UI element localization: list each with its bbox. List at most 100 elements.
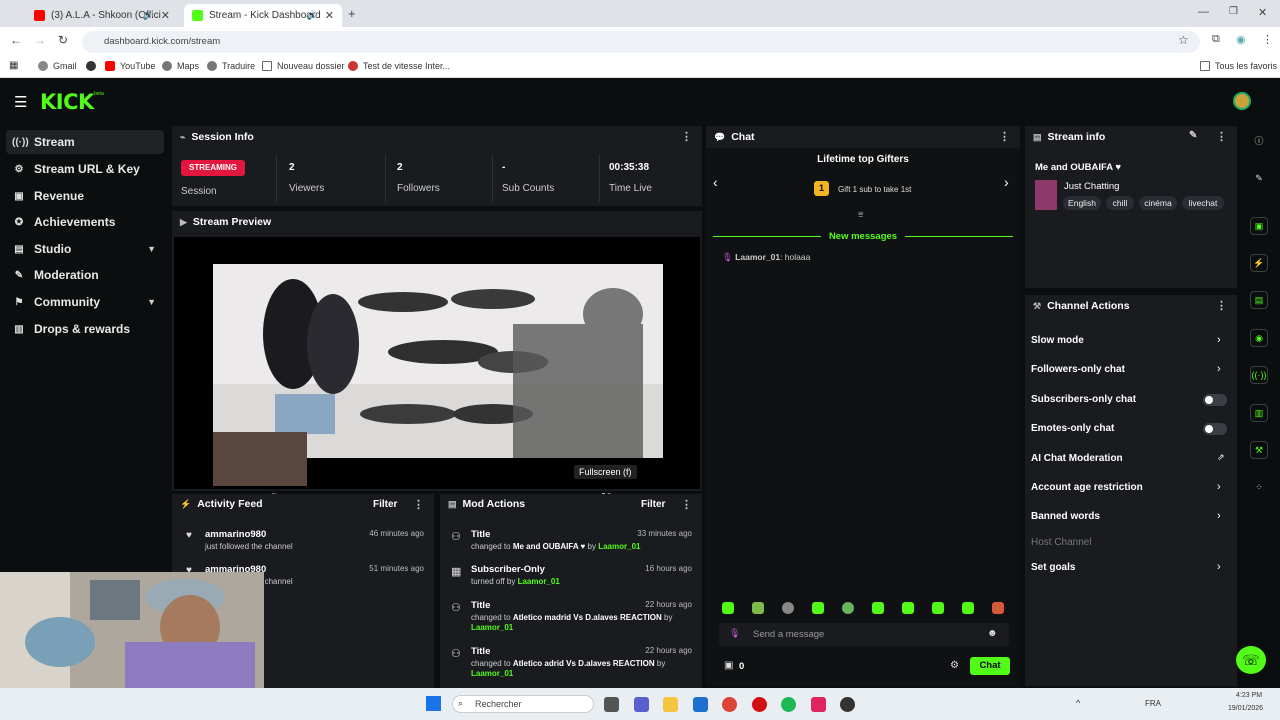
bookmark-speedtest[interactable]: Test de vitesse Inter... bbox=[348, 61, 450, 71]
hamburger-menu-icon[interactable]: ☰ bbox=[14, 93, 27, 111]
obs-icon[interactable] bbox=[752, 697, 767, 712]
emote-icon[interactable] bbox=[782, 602, 794, 614]
chevron-right-icon[interactable]: › bbox=[1004, 174, 1009, 190]
chevron-left-icon[interactable]: ‹ bbox=[713, 174, 718, 190]
sidebar-item-revenue[interactable]: ▣ Revenue bbox=[6, 184, 164, 208]
chat-settings-icon[interactable]: ⚙ bbox=[950, 660, 959, 671]
emote-icon[interactable] bbox=[842, 602, 854, 614]
bookmark-traduire[interactable]: Traduire bbox=[207, 61, 255, 71]
emote-icon[interactable] bbox=[752, 602, 764, 614]
slow-mode-action[interactable]: Slow mode bbox=[1031, 335, 1084, 346]
kick-logo[interactable]: KICK bbox=[40, 90, 94, 114]
followers-only-action[interactable]: Followers-only chat bbox=[1031, 364, 1125, 375]
new-tab-button[interactable]: + bbox=[348, 6, 356, 21]
sidebar-item-stream[interactable]: ((·)) Stream bbox=[6, 130, 164, 154]
layout-icon[interactable]: ⁘ bbox=[1250, 479, 1268, 497]
moderator-name[interactable]: Laamor_01 bbox=[471, 669, 513, 678]
capcut-icon[interactable] bbox=[811, 697, 826, 712]
store-icon[interactable] bbox=[693, 697, 708, 712]
chevron-right-icon[interactable]: › bbox=[1217, 363, 1221, 375]
chrome-icon[interactable] bbox=[722, 697, 737, 712]
chevron-right-icon[interactable]: › bbox=[1217, 561, 1221, 573]
set-goals-action[interactable]: Set goals bbox=[1031, 562, 1075, 573]
emote-icon[interactable] bbox=[932, 602, 944, 614]
kebab-menu-icon[interactable]: ⋮ bbox=[413, 498, 424, 511]
emotes-only-action[interactable]: Emotes-only chat bbox=[1031, 423, 1114, 434]
emote-icon[interactable] bbox=[992, 602, 1004, 614]
subscribers-only-toggle[interactable] bbox=[1203, 394, 1227, 406]
moderator-name[interactable]: Laamor_01 bbox=[598, 542, 640, 551]
back-arrow-icon[interactable]: ← bbox=[10, 33, 22, 47]
emote-icon[interactable] bbox=[962, 602, 974, 614]
url-input[interactable]: dashboard.kick.com/stream bbox=[82, 31, 1200, 53]
sidebar-item-moderation[interactable]: ✎ Moderation bbox=[6, 263, 164, 287]
sidebar-item-drops[interactable]: ▥ Drops & rewards bbox=[6, 317, 164, 341]
bookmark-star-icon[interactable]: ☆ bbox=[1178, 33, 1189, 47]
minimize-button[interactable]: — bbox=[1198, 6, 1209, 18]
chat-username[interactable]: Laamor_01 bbox=[735, 252, 780, 262]
support-chat-button[interactable]: ☏ bbox=[1236, 646, 1266, 674]
sidebar-item-studio[interactable]: ▤ Studio ▼ bbox=[6, 237, 164, 261]
emote-icon[interactable] bbox=[902, 602, 914, 614]
subscribers-only-action[interactable]: Subscribers-only chat bbox=[1031, 394, 1136, 405]
emote-icon[interactable] bbox=[872, 602, 884, 614]
sidebar-item-achievements[interactable]: ✪ Achievements bbox=[6, 210, 164, 234]
emote-icon[interactable] bbox=[722, 602, 734, 614]
browser-tab-kick[interactable]: Stream - Kick Dashboard 🔊 ✕ bbox=[184, 4, 342, 27]
teams-icon[interactable] bbox=[634, 697, 649, 712]
follower-name[interactable]: ammarino980 bbox=[205, 529, 266, 540]
filter-button[interactable]: Filter bbox=[641, 499, 665, 510]
chat-input[interactable]: 🎙 Send a message ☻ bbox=[719, 623, 1009, 646]
windows-start-icon[interactable] bbox=[426, 696, 441, 711]
close-window-button[interactable]: ✕ bbox=[1258, 6, 1267, 19]
moderator-name[interactable]: Laamor_01 bbox=[471, 623, 513, 632]
file-explorer-icon[interactable] bbox=[663, 697, 678, 712]
app-icon[interactable] bbox=[840, 697, 855, 712]
wrench-rail-icon[interactable]: ⚒ bbox=[1250, 441, 1268, 459]
bookmark-folder[interactable]: Nouveau dossier bbox=[262, 61, 345, 71]
emotes-only-toggle[interactable] bbox=[1203, 423, 1227, 435]
extensions-icon[interactable]: ⧉ bbox=[1212, 33, 1220, 46]
chevron-right-icon[interactable]: › bbox=[1217, 510, 1221, 522]
taskbar-search[interactable]: Rechercher bbox=[452, 695, 594, 713]
bolt-rail-icon[interactable]: ⚡ bbox=[1250, 254, 1268, 272]
apps-grid-icon[interactable]: ▦ bbox=[9, 60, 18, 71]
sidebar-item-stream-url-key[interactable]: ⚙ Stream URL & Key bbox=[6, 157, 164, 181]
chat-rail-icon[interactable]: ◉ bbox=[1250, 329, 1268, 347]
external-link-icon[interactable]: ⇗ bbox=[1217, 452, 1225, 463]
all-bookmarks[interactable]: Tous les favoris bbox=[1200, 61, 1277, 71]
maximize-button[interactable]: ❐ bbox=[1229, 6, 1238, 17]
sidebar-item-community[interactable]: ⚑ Community ▼ bbox=[6, 290, 164, 314]
bookmark-maps[interactable]: Maps bbox=[162, 61, 199, 71]
send-chat-button[interactable]: Chat bbox=[970, 657, 1010, 675]
broadcast-rail-icon[interactable]: ((·)) bbox=[1250, 366, 1268, 384]
preview-rail-icon[interactable]: ▣ bbox=[1250, 217, 1268, 235]
task-view-icon[interactable] bbox=[604, 697, 619, 712]
browser-tab-youtube[interactable]: (3) A.L.A - Shkoon (Official 🔊 ✕ bbox=[26, 4, 178, 27]
kebab-menu-icon[interactable]: ⋮ bbox=[681, 130, 692, 143]
edit-pencil-icon[interactable]: ✎ bbox=[1189, 130, 1197, 141]
chevron-right-icon[interactable]: › bbox=[1217, 334, 1221, 346]
bookmark-youtube[interactable]: YouTube bbox=[105, 61, 155, 71]
video-player[interactable]: ❚❚ 🔊 ⧉ ▭ ⛶ ⚙ Fullscreen (f) bbox=[174, 237, 700, 507]
speaker-icon[interactable]: 🔊 bbox=[143, 10, 154, 21]
info-circle-icon[interactable]: ⓘ bbox=[1250, 133, 1268, 151]
reload-icon[interactable]: ↻ bbox=[58, 33, 68, 47]
emote-icon[interactable] bbox=[812, 602, 824, 614]
moderator-name[interactable]: Laamor_01 bbox=[518, 577, 560, 586]
close-tab-icon[interactable]: ✕ bbox=[325, 9, 334, 22]
stream-info-rail-icon[interactable]: ▥ bbox=[1250, 404, 1268, 422]
profile-icon[interactable]: ◉ bbox=[1236, 33, 1246, 46]
user-avatar[interactable] bbox=[1233, 92, 1251, 110]
kebab-menu-icon[interactable]: ⋮ bbox=[999, 130, 1010, 143]
close-tab-icon[interactable]: ✕ bbox=[161, 9, 170, 22]
ai-moderation-action[interactable]: AI Chat Moderation bbox=[1031, 453, 1123, 464]
category-name[interactable]: Just Chatting bbox=[1064, 181, 1119, 192]
pencil-icon[interactable]: ✎ bbox=[1250, 170, 1268, 188]
emoji-icon[interactable]: ☻ bbox=[987, 628, 998, 639]
filter-button[interactable]: Filter bbox=[373, 499, 397, 510]
speaker-icon[interactable]: 🔊 bbox=[307, 10, 318, 21]
spotify-icon[interactable] bbox=[781, 697, 796, 712]
language-indicator[interactable]: FRA bbox=[1145, 699, 1161, 708]
banned-words-action[interactable]: Banned words bbox=[1031, 511, 1100, 522]
